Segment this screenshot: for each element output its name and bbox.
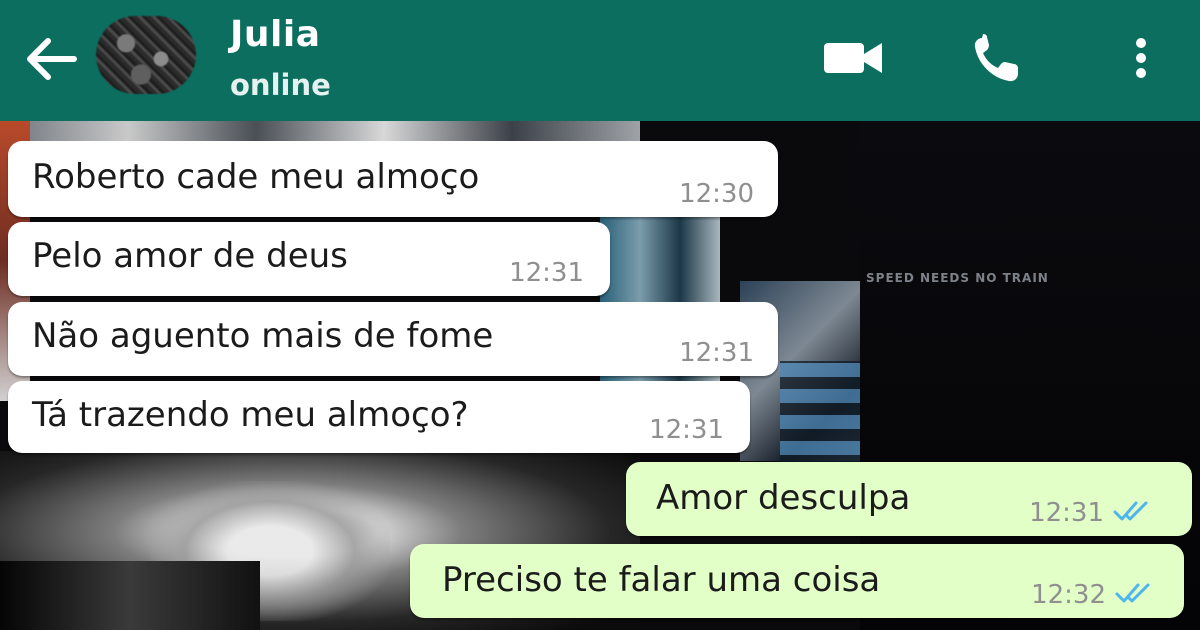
back-button[interactable]: [18, 34, 80, 84]
message-bubble-outgoing[interactable]: Amor desculpa 12:31: [626, 462, 1192, 536]
message-text: Amor desculpa: [656, 478, 911, 518]
message-time: 12:31: [509, 258, 584, 288]
message-text: Não aguento mais de fome: [32, 316, 494, 356]
contact-status: online: [230, 68, 331, 102]
message-bubble-outgoing[interactable]: Preciso te falar uma coisa 12:32: [410, 544, 1184, 618]
more-options-button[interactable]: [1118, 30, 1164, 86]
message-time: 12:31: [649, 415, 724, 445]
phone-icon: [974, 34, 1018, 82]
avatar[interactable]: [96, 16, 196, 94]
message-text: Pelo amor de deus: [32, 236, 348, 276]
wallpaper-shape: [0, 561, 260, 630]
message-text: Roberto cade meu almoço: [32, 157, 480, 197]
chat-screen: SPEED NEEDS NO TRAIN Julia online Robert…: [0, 0, 1200, 630]
read-receipt-icon: [1115, 583, 1150, 603]
wallpaper-shape: [0, 121, 640, 141]
vertical-dots-icon: [1136, 38, 1146, 78]
message-time: 12:32: [1031, 580, 1106, 610]
video-call-button[interactable]: [820, 30, 886, 86]
message-bubble-incoming[interactable]: Roberto cade meu almoço 12:30: [8, 141, 778, 217]
video-camera-icon: [824, 43, 882, 73]
chat-header: Julia online: [0, 0, 1200, 121]
message-bubble-incoming[interactable]: Pelo amor de deus 12:31: [8, 222, 610, 296]
voice-call-button[interactable]: [962, 30, 1032, 86]
message-text: Preciso te falar uma coisa: [442, 560, 881, 600]
contact-name[interactable]: Julia: [230, 14, 321, 55]
message-time: 12:31: [1029, 498, 1104, 528]
message-text: Tá trazendo meu almoço?: [32, 395, 469, 435]
read-receipt-icon: [1113, 501, 1148, 521]
wallpaper-caption: SPEED NEEDS NO TRAIN: [866, 271, 1049, 285]
message-time: 12:31: [679, 338, 754, 368]
message-bubble-incoming[interactable]: Não aguento mais de fome 12:31: [8, 302, 778, 376]
message-time: 12:30: [679, 179, 754, 209]
message-bubble-incoming[interactable]: Tá trazendo meu almoço? 12:31: [8, 381, 750, 453]
arrow-left-icon: [27, 38, 77, 80]
